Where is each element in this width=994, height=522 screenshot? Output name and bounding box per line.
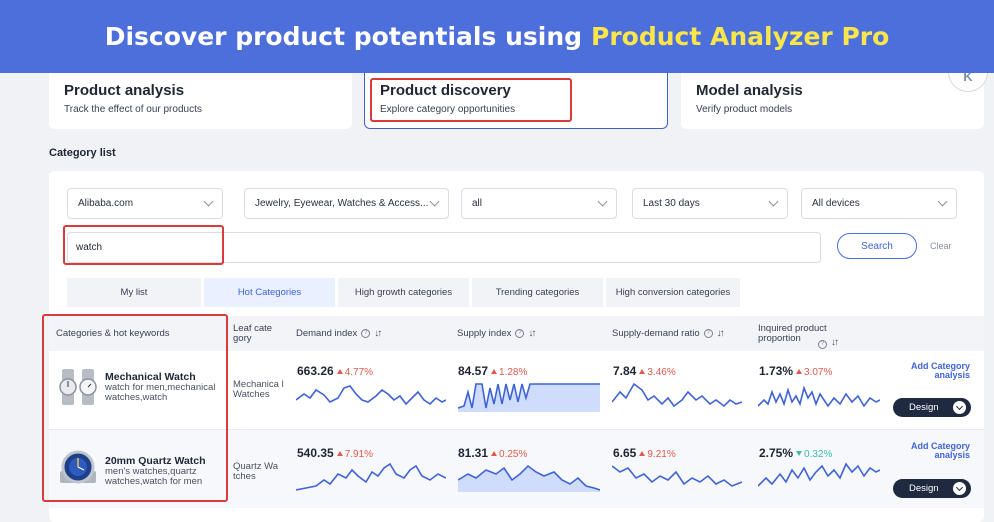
- tab-my-list[interactable]: My list: [67, 278, 201, 307]
- sort-icon[interactable]: ↓↑: [831, 337, 839, 348]
- sort-icon[interactable]: ↓↑: [528, 328, 536, 339]
- trend-up-icon: [491, 451, 498, 456]
- sort-icon[interactable]: ↓↑: [374, 328, 382, 339]
- banner-highlight: Product Analyzer Pro: [591, 22, 890, 51]
- category-value: Jewelry, Eyewear, Watches & Access...: [255, 198, 429, 209]
- card-model-analysis[interactable]: Model analysis Verify product models: [681, 73, 984, 129]
- trend-down-icon: [796, 451, 803, 456]
- platform-value: Alibaba.com: [78, 198, 134, 209]
- ratio-value: 7.84: [613, 364, 637, 378]
- card-subtitle: Verify product models: [696, 104, 793, 115]
- inquired-value: 1.73%: [759, 364, 794, 378]
- ratio-change: 3.46%: [647, 367, 676, 378]
- design-button[interactable]: Design: [893, 479, 971, 498]
- tab-high-conversion[interactable]: High conversion categories: [606, 278, 740, 307]
- supply-value: 84.57: [458, 364, 489, 378]
- category-tabs: My list Hot Categories High growth categ…: [67, 278, 743, 307]
- card-title: Model analysis: [696, 82, 803, 99]
- supply-metric: 84.57 1.28%: [458, 364, 527, 378]
- inquired-change: 3.07%: [804, 367, 833, 378]
- supply-sparkline: [458, 383, 600, 412]
- design-label: Design: [909, 483, 939, 494]
- add-category-analysis-link[interactable]: Add Category analysis: [905, 362, 970, 380]
- chevron-down-icon: [768, 196, 779, 207]
- header-inquired[interactable]: Inquired product proportion: [758, 316, 858, 351]
- inquired-sparkline: [758, 462, 880, 487]
- inquired-sparkline: [758, 385, 880, 408]
- demand-change: 4.77%: [344, 367, 374, 378]
- header-supply-label: Supply index: [457, 327, 512, 339]
- tab-high-growth[interactable]: High growth categories: [338, 278, 469, 307]
- add-category-analysis-link[interactable]: Add Category analysis: [905, 442, 970, 460]
- trend-up-icon: [639, 369, 646, 374]
- card-title: Product analysis: [64, 82, 185, 99]
- banner-text: Discover product potentials using: [104, 22, 583, 51]
- design-button[interactable]: Design: [893, 398, 971, 417]
- period-value: Last 30 days: [643, 198, 700, 209]
- supply-sparkline: [458, 464, 600, 492]
- header-supply[interactable]: Supply index? ↓↑: [457, 316, 536, 351]
- info-icon[interactable]: ?: [818, 340, 827, 349]
- subcategory-value: all: [472, 198, 483, 209]
- chevron-down-icon: [937, 196, 948, 207]
- design-label: Design: [909, 402, 939, 413]
- inquired-metric: 1.73% 3.07%: [759, 364, 832, 378]
- header-demand[interactable]: Demand index? ↓↑: [296, 316, 382, 351]
- platform-select[interactable]: Alibaba.com: [67, 188, 223, 219]
- card-product-analysis[interactable]: Product analysis Track the effect of our…: [49, 73, 352, 129]
- subcategory-select[interactable]: all: [461, 188, 617, 219]
- category-select[interactable]: Jewelry, Eyewear, Watches & Access...: [244, 188, 449, 219]
- tab-hot-categories[interactable]: Hot Categories: [204, 278, 335, 307]
- header-inquired-icons: ? ↓↑: [814, 332, 839, 350]
- info-icon[interactable]: ?: [515, 329, 525, 338]
- category-list-title: Category list: [49, 147, 116, 159]
- header-ratio-label: Supply-demand ratio: [612, 327, 700, 339]
- trend-up-icon: [491, 369, 498, 374]
- trend-up-icon: [336, 451, 343, 456]
- clear-button[interactable]: Clear: [930, 241, 952, 251]
- info-icon[interactable]: ?: [703, 329, 713, 338]
- demand-metric: 663.26 4.77%: [297, 364, 373, 378]
- trend-up-icon: [796, 369, 803, 374]
- leaf-category: Mechanica l Watches: [233, 379, 284, 400]
- trend-up-icon: [336, 369, 343, 374]
- demand-sparkline: [296, 385, 446, 406]
- chevron-down-icon: [953, 482, 966, 495]
- header-demand-label: Demand index: [296, 327, 358, 339]
- period-select[interactable]: Last 30 days: [632, 188, 788, 219]
- ratio-metric: 7.84 3.46%: [613, 364, 676, 378]
- ratio-sparkline: [612, 465, 742, 487]
- supply-change: 1.28%: [499, 367, 528, 378]
- highlight-box-discovery: [370, 78, 572, 122]
- chevron-down-icon: [953, 401, 966, 414]
- ratio-sparkline: [612, 382, 742, 408]
- info-icon[interactable]: ?: [361, 329, 371, 338]
- tab-trending[interactable]: Trending categories: [472, 278, 603, 307]
- demand-sparkline: [296, 462, 446, 491]
- demand-value: 663.26: [297, 364, 334, 378]
- promo-banner: Discover product potentials using Produc…: [0, 0, 994, 73]
- trend-up-icon: [639, 451, 646, 456]
- card-subtitle: Track the effect of our products: [64, 104, 202, 115]
- header-inquired-label: Inquired product proportion: [758, 322, 827, 344]
- highlight-box-search: [63, 225, 224, 265]
- device-select[interactable]: All devices: [801, 188, 957, 219]
- highlight-box-categories: [42, 314, 228, 502]
- sort-icon[interactable]: ↓↑: [717, 328, 725, 339]
- header-ratio[interactable]: Supply-demand ratio? ↓↑: [612, 316, 725, 351]
- chevron-down-icon: [203, 196, 214, 207]
- search-button[interactable]: Search: [837, 233, 917, 259]
- chevron-down-icon: [429, 196, 440, 207]
- device-value: All devices: [812, 198, 860, 209]
- header-leaf: Leaf cate gory: [233, 322, 273, 344]
- leaf-category: Quartz Wa tches: [233, 461, 279, 482]
- chevron-down-icon: [597, 196, 608, 207]
